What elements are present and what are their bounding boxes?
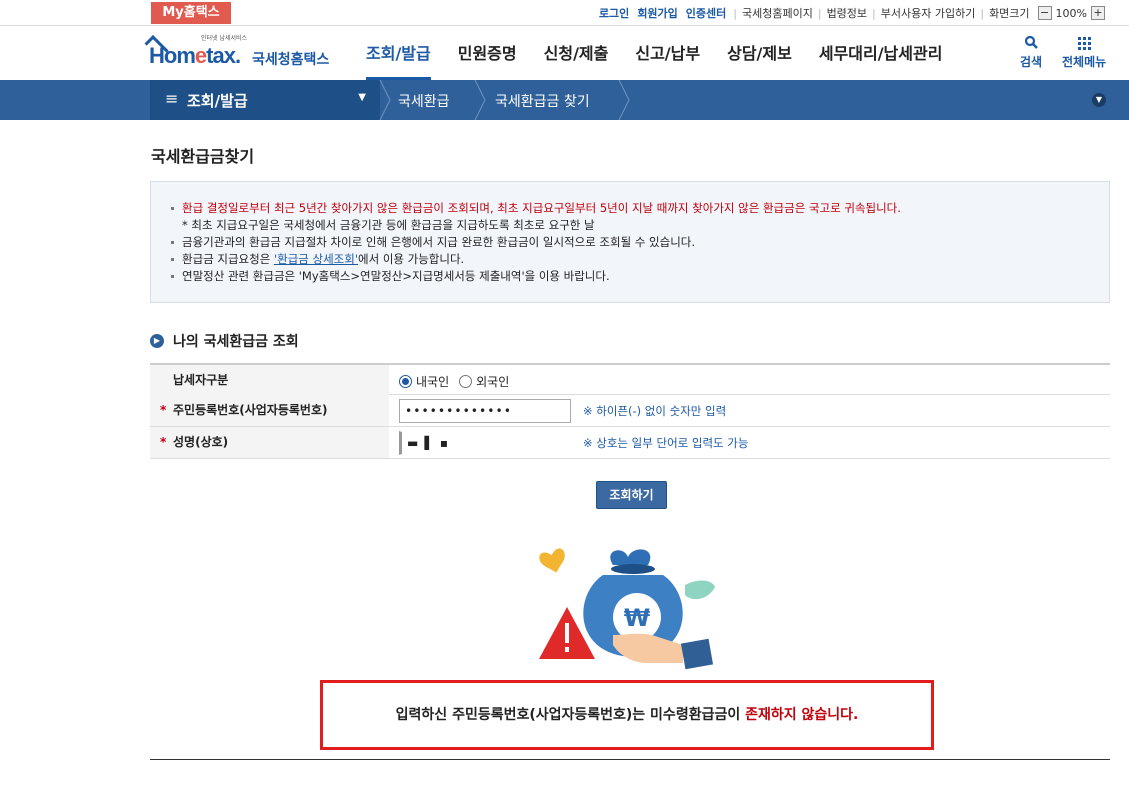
site-header: 인터넷 납세서비스 Hometax. 국세청홈택스 조회/발급 민원증명 신청/… xyxy=(0,27,1129,80)
taxpayer-type-label: 납세자구분 xyxy=(150,365,389,396)
zoom-out-button[interactable]: − xyxy=(1037,6,1052,20)
main-navigation: 조회/발급 민원증명 신청/제출 신고/납부 상담/제보 세무대리/납세관리 xyxy=(366,27,969,80)
gnb-inquiry-issue[interactable]: 조회/발급 xyxy=(366,27,431,80)
result-message-box: 입력하신 주민등록번호(사업자등록번호)는 미수령환급금이 존재하지 않습니다. xyxy=(320,680,934,750)
breadcrumb-find-refund[interactable]: 국세환급금 찾기 xyxy=(495,91,590,111)
form-row-id-number: * 주민등록번호(사업자등록번호) ••••••••••••• ※ 하이픈(-) … xyxy=(150,395,1110,427)
id-number-label: 주민등록번호(사업자등록번호) xyxy=(173,403,328,417)
menu-dropdown[interactable]: ≡ 조회/발급 ▼ xyxy=(150,80,380,120)
page-title: 국세환급금찾기 xyxy=(151,147,255,166)
money-bag-icon xyxy=(610,549,651,565)
nav-expand-toggle-icon[interactable]: ▼ xyxy=(1092,93,1106,107)
my-hometax-button[interactable]: My홈택스 xyxy=(151,2,231,24)
breadcrumb-chevron-icon xyxy=(474,80,486,120)
all-menu-label: 전체메뉴 xyxy=(1062,55,1107,69)
notice-box: 환급 결정일로부터 최근 5년간 찾아가지 않은 환급금이 조회되며, 최초 지… xyxy=(150,181,1110,303)
form-row-taxpayer-type: 납세자구분 내국인 외국인 xyxy=(150,363,1110,396)
refund-search-form: 납세자구분 내국인 외국인 * 주민등록번호(사업자등록번호) •••••••••… xyxy=(150,363,1110,459)
logo-korean-name: 국세청홈택스 xyxy=(252,52,330,68)
notice-line: 환급 결정일로부터 최근 5년간 찾아가지 않은 환급금이 조회되며, 최초 지… xyxy=(171,200,1109,217)
result-message-highlight: 존재하지 않습니다. xyxy=(745,707,859,723)
gnb-certificates[interactable]: 민원증명 xyxy=(458,27,517,80)
zoom-in-button[interactable]: + xyxy=(1091,6,1105,20)
search-icon xyxy=(1024,35,1038,49)
notice-line: 금융기관과의 환급금 지급절차 차이로 인해 은행에서 지급 완료한 환급금이 … xyxy=(171,234,1109,251)
gnb-tax-agent[interactable]: 세무대리/납세관리 xyxy=(819,27,943,80)
law-info-link[interactable]: 법령정보 xyxy=(827,5,867,21)
name-label: 성명(상호) xyxy=(173,435,229,449)
section-heading: ▶ 나의 국세환급금 조회 xyxy=(150,331,299,351)
divider: | xyxy=(817,6,822,20)
zoom-label: 화면크기 xyxy=(989,7,1030,20)
grid-menu-icon xyxy=(1078,37,1092,50)
top-utility-bar: My홈택스 로그인 회원가입 인증센터 | 국세청홈페이지 | 법령정보 | 부… xyxy=(0,0,1129,26)
zoom-value: 100% xyxy=(1055,6,1087,20)
search-label: 검색 xyxy=(1020,55,1043,69)
dept-user-join-link[interactable]: 부서사용자 가입하기 xyxy=(881,5,976,21)
svg-text:₩: ₩ xyxy=(624,604,651,632)
gnb-consult-report[interactable]: 상담/제보 xyxy=(727,27,792,80)
leaf-icon xyxy=(685,580,715,600)
all-menu-button[interactable]: 전체메뉴 xyxy=(1062,35,1106,70)
menu-dropdown-label: 조회/발급 xyxy=(187,92,248,110)
hamburger-icon: ≡ xyxy=(165,89,179,108)
form-row-name: * 성명(상호) ▬ ▌ ▪ ※ 상호는 일부 단어로 입력도 가능 xyxy=(150,427,1110,459)
logo-wordmark: Hometax. xyxy=(149,43,241,68)
foreign-radio[interactable]: 외국인 xyxy=(459,373,509,390)
divider: | xyxy=(733,6,737,20)
breadcrumb-tax-refund[interactable]: 국세환급 xyxy=(398,91,450,111)
logo-tagline: 인터넷 납세서비스 xyxy=(201,35,248,42)
arrow-circle-icon: ▶ xyxy=(150,334,164,348)
search-submit-button[interactable]: 조회하기 xyxy=(596,481,667,509)
id-number-input[interactable]: ••••••••••••• xyxy=(399,399,571,423)
section-title: 나의 국세환급금 조회 xyxy=(173,334,299,350)
divider xyxy=(150,759,1110,760)
name-hint: ※ 상호는 일부 단어로 입력도 가능 xyxy=(583,436,749,450)
result-message: 입력하신 주민등록번호(사업자등록번호)는 미수령환급금이 xyxy=(395,707,746,723)
join-link[interactable]: 회원가입 xyxy=(637,5,677,21)
breadcrumb-chevron-icon xyxy=(618,80,630,120)
refund-money-bag-illustration: ₩ xyxy=(539,548,715,670)
header-search-button[interactable]: 검색 xyxy=(1020,35,1042,70)
required-mark: * xyxy=(160,435,167,449)
heart-icon xyxy=(539,548,565,573)
name-input[interactable]: ▬ ▌ ▪ xyxy=(399,431,571,455)
zoom-control: − 100% + xyxy=(1037,6,1105,20)
hometax-logo[interactable]: 인터넷 납세서비스 Hometax. 국세청홈택스 xyxy=(144,33,359,77)
cert-center-link[interactable]: 인증센터 xyxy=(686,5,726,21)
caret-down-icon: ▼ xyxy=(358,92,366,103)
notice-line: 연말정산 관련 환급금은 'My홈택스>연말정산>지급명세서등 제출내역'을 이… xyxy=(171,268,1109,285)
id-number-hint: ※ 하이픈(-) 없이 숫자만 입력 xyxy=(583,404,727,418)
notice-line: 환급금 지급요청은 '환급금 상세조회'에서 이용 가능합니다. xyxy=(171,251,1109,268)
utility-links: 로그인 회원가입 인증센터 | 국세청홈페이지 | 법령정보 | 부서사용자 가… xyxy=(595,0,1105,26)
gnb-report-pay[interactable]: 신고/납부 xyxy=(635,27,700,80)
radio-checked-icon xyxy=(399,375,412,388)
radio-unchecked-icon xyxy=(459,375,473,388)
divider: | xyxy=(872,6,876,20)
notice-line: * 최초 지급요구일은 국세청에서 금융기관 등에 환급금을 지급하도록 최초로… xyxy=(182,218,595,232)
domestic-radio[interactable]: 내국인 xyxy=(399,373,449,390)
refund-detail-link[interactable]: '환급금 상세조회' xyxy=(274,252,358,266)
gnb-apply-submit[interactable]: 신청/제출 xyxy=(544,27,609,80)
nts-homepage-link[interactable]: 국세청홈페이지 xyxy=(742,5,813,21)
breadcrumb-chevron-icon xyxy=(379,80,391,120)
divider: | xyxy=(980,6,985,20)
sub-navigation-bar: ≡ 조회/발급 ▼ 국세환급 국세환급금 찾기 ▼ xyxy=(0,80,1129,120)
login-link[interactable]: 로그인 xyxy=(599,5,629,21)
required-mark: * xyxy=(160,403,167,417)
